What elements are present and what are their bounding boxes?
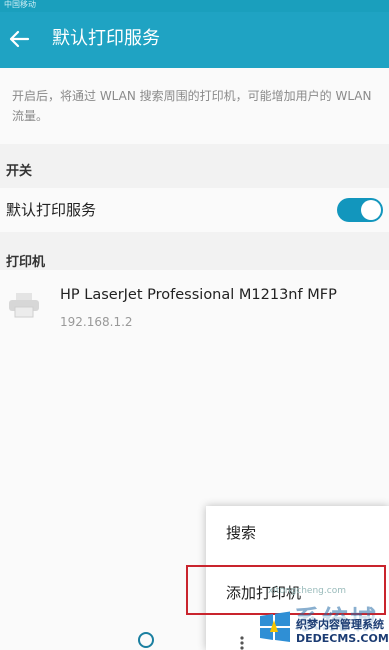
printer-list-item[interactable]: HP LaserJet Professional M1213nf MFP 192… [0, 270, 389, 342]
default-print-service-label: 默认打印服务 [6, 201, 97, 219]
printer-name: HP LaserJet Professional M1213nf MFP [60, 287, 337, 303]
home-circle-icon[interactable] [138, 632, 154, 648]
default-print-service-row[interactable]: 默认打印服务 [0, 188, 389, 232]
watermark-line1: 织梦内容管理系统 [296, 616, 384, 632]
toggle-knob [361, 200, 381, 220]
windows-logo-icon [260, 611, 290, 642]
description-text: 开启后，将通过 WLAN 搜索周围的打印机，可能增加用户的 WLAN 流量。 [12, 89, 372, 123]
more-vertical-icon[interactable] [240, 636, 244, 650]
section-label-switch: 开关 [6, 164, 33, 179]
watermark-site: xitongcheng.com [268, 586, 346, 596]
menu-item-search[interactable]: 搜索 [226, 522, 256, 543]
description-panel: 开启后，将通过 WLAN 搜索周围的打印机，可能增加用户的 WLAN 流量。 [0, 68, 389, 144]
operator-label: 中国移动 [4, 0, 36, 9]
printer-ip: 192.168.1.2 [60, 315, 133, 329]
arrow-left-icon[interactable] [6, 26, 32, 52]
print-service-toggle[interactable] [337, 198, 383, 222]
watermark: xitongcheng.com 系统城 织梦内容管理系统 DEDECMS.COM [254, 586, 389, 650]
status-bar: 中国移动 [0, 0, 389, 12]
app-bar: 默认打印服务 [0, 12, 389, 68]
section-label-printers: 打印机 [6, 255, 46, 270]
page-title: 默认打印服务 [52, 28, 160, 49]
printer-icon [9, 293, 39, 318]
watermark-line2: DEDECMS.COM [296, 632, 389, 645]
